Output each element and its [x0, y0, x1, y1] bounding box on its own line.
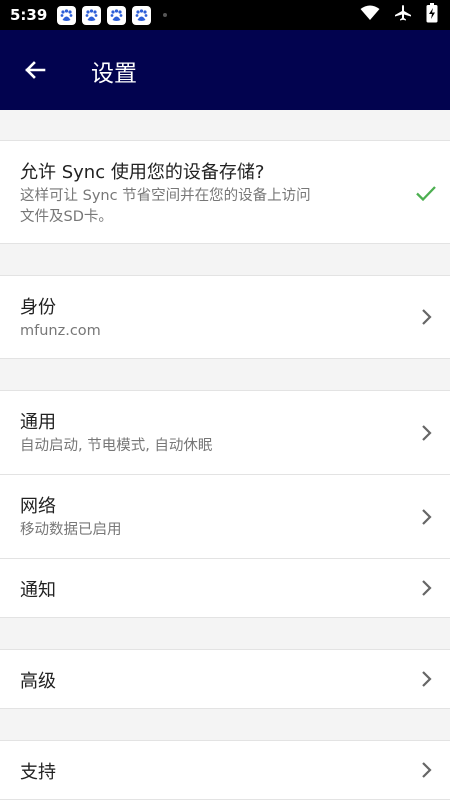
section-spacer	[0, 359, 450, 390]
notification-icons	[57, 5, 152, 25]
chevron-right-icon	[414, 305, 438, 329]
general-subtitle: 自动启动, 节电模式, 自动休眠	[20, 438, 213, 454]
baidu-icon	[57, 5, 77, 25]
section-spacer	[0, 110, 450, 140]
app-bar: 设置	[0, 30, 450, 110]
general-title: 通用	[20, 412, 56, 433]
settings-list: 允许 Sync 使用您的设备存储? 这样可让 Sync 节省空间并在您的设备上访…	[0, 110, 450, 800]
support-row[interactable]: 支持	[0, 741, 450, 799]
notifications-title: 通知	[20, 580, 56, 601]
storage-permission-subtitle-line1: 这样可让 Sync 节省空间并在您的设备上访问	[20, 188, 311, 204]
network-title: 网络	[20, 496, 56, 517]
chevron-right-icon	[414, 667, 438, 691]
identity-title: 身份	[20, 297, 56, 318]
chevron-right-icon	[414, 505, 438, 529]
status-time: 5:39	[10, 6, 48, 24]
back-button[interactable]	[20, 55, 50, 85]
section-spacer	[0, 709, 450, 740]
battery-charging-icon	[426, 3, 438, 27]
identity-card: 身份 mfunz.com	[0, 275, 450, 359]
general-row[interactable]: 通用 自动启动, 节电模式, 自动休眠	[0, 391, 450, 474]
storage-permission-title: 允许 Sync 使用您的设备存储?	[20, 162, 265, 183]
main-settings-card: 通用 自动启动, 节电模式, 自动休眠 网络 移动数据已启用 通知	[0, 390, 450, 618]
page-title: 设置	[91, 61, 137, 87]
network-row[interactable]: 网络 移动数据已启用	[0, 474, 450, 558]
section-spacer	[0, 244, 450, 275]
baidu-icon	[107, 5, 127, 25]
storage-card: 允许 Sync 使用您的设备存储? 这样可让 Sync 节省空间并在您的设备上访…	[0, 140, 450, 244]
network-subtitle: 移动数据已启用	[20, 522, 122, 538]
chevron-right-icon	[414, 576, 438, 600]
baidu-icon	[132, 5, 152, 25]
support-title: 支持	[20, 762, 56, 783]
check-icon	[414, 181, 438, 205]
notification-dot	[163, 13, 168, 17]
wifi-icon	[360, 5, 380, 25]
status-right-icons	[360, 0, 438, 30]
chevron-right-icon	[414, 421, 438, 445]
arrow-left-icon	[25, 61, 46, 79]
airplane-mode-icon	[394, 4, 412, 26]
advanced-card: 高级	[0, 649, 450, 709]
storage-permission-row[interactable]: 允许 Sync 使用您的设备存储? 这样可让 Sync 节省空间并在您的设备上访…	[0, 141, 450, 243]
notifications-row[interactable]: 通知	[0, 558, 450, 617]
identity-subtitle: mfunz.com	[20, 323, 101, 339]
baidu-icon	[82, 5, 102, 25]
advanced-row[interactable]: 高级	[0, 650, 450, 708]
support-card: 支持	[0, 740, 450, 800]
status-bar: 5:39	[0, 0, 450, 30]
section-spacer	[0, 618, 450, 649]
chevron-right-icon	[414, 758, 438, 782]
storage-permission-subtitle-line2: 文件及SD卡。	[20, 209, 113, 225]
identity-row[interactable]: 身份 mfunz.com	[0, 276, 450, 358]
advanced-title: 高级	[20, 671, 56, 692]
